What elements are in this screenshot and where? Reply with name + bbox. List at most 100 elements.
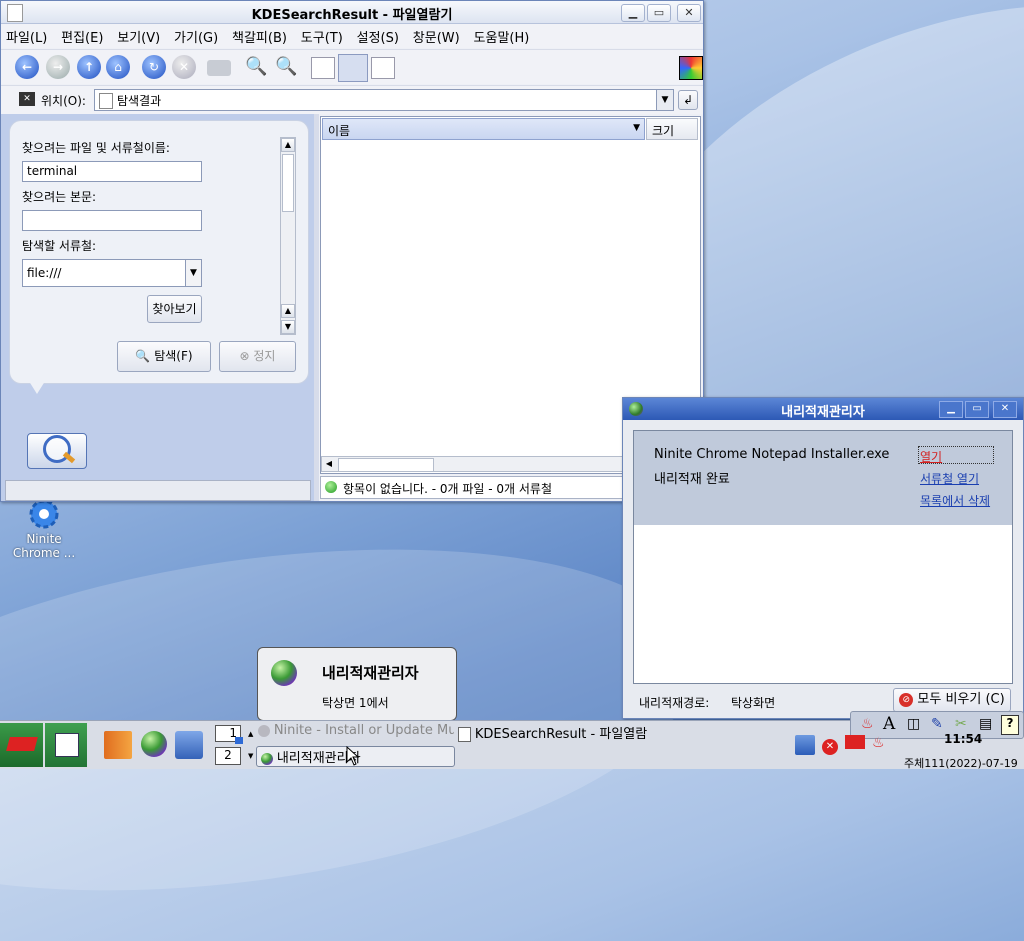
folder-combo[interactable]: file:/// ▼ [22,259,202,287]
scroll-thumb[interactable] [338,458,434,472]
desktop-pencil-icon [55,733,79,757]
maximize-button[interactable]: ▭ [965,401,989,418]
remove-from-list-link[interactable]: 목록에서 삭제 [920,492,990,509]
clock-time[interactable]: 11:54 [944,732,982,746]
start-flag-icon [6,737,38,751]
splitter-handle[interactable] [314,114,319,501]
location-value: 탐색결과 [117,94,162,108]
content-label: 찾으려는 본문: [22,190,97,204]
menu-bar: 파일(L) 편집(E) 보기(V) 가기(G) 책갈피(B) 도구(T) 설정(… [1,24,703,48]
fire-icon[interactable]: ♨ [861,716,874,732]
content-input[interactable] [22,210,202,231]
close-button[interactable]: ✕ [993,401,1017,418]
menu-window[interactable]: 창문(W) [408,24,465,46]
close-button[interactable]: ✕ [677,4,701,22]
panel-icon[interactable]: ◫ [907,716,920,732]
network-error-icon[interactable]: ✕ [822,739,838,755]
panel-scrollbar[interactable]: ▲ ▲ ▼ [280,137,296,335]
minimize-button[interactable]: ▁ [939,401,963,418]
scroll-thumb[interactable] [282,154,294,212]
scroll-up-arrow[interactable]: ▲ [281,304,295,318]
scroll-up-arrow[interactable]: ▲ [281,138,295,152]
font-icon[interactable]: A [883,714,895,734]
notification-popup[interactable]: 내리적재관리자 탁상면 1에서 [257,647,457,721]
maximize-button[interactable]: ▭ [647,4,671,22]
menu-edit[interactable]: 편집(E) [56,24,108,46]
window-title: 내리적재관리자 [781,405,865,420]
scroll-left-arrow[interactable]: ◀ [322,457,336,471]
app-launcher-books-icon[interactable] [104,731,132,759]
task-scroll-arrows[interactable]: ▲ ▼ [248,723,256,767]
up-icon[interactable]: ↑ [77,55,101,79]
clock-date[interactable]: 주체111(2022)-07-19 [904,755,1018,771]
file-manager-window: KDESearchResult - 파일열람기 ▁ ▭ ✕ 파일(L) 편집(E… [0,0,704,502]
book-search-icon [27,427,87,471]
thumbnail-view-icon[interactable] [371,57,395,79]
stop-button[interactable]: ⊗ 정지 [219,341,296,372]
path-value: 탁상화면 [731,696,776,710]
notification-title: 내리적재관리자 [322,664,419,682]
tools-icon[interactable]: ✂ [955,716,967,732]
column-header-name[interactable]: 이름 ▼ [322,118,645,140]
download-item[interactable]: Ninite Chrome Notepad Installer.exe 내리적재… [634,431,1012,525]
go-button[interactable]: ↲ [678,90,698,110]
flag-icon[interactable] [845,735,865,749]
menu-go[interactable]: 가기(G) [169,24,223,46]
help-icon[interactable]: ? [1001,715,1019,735]
reload-icon[interactable]: ↻ [142,55,166,79]
minimize-button[interactable]: ▁ [621,4,645,22]
clear-location-icon[interactable]: ✕ [19,92,35,106]
task-ninite[interactable]: Ninite - Install or Update Mu [258,723,454,744]
zoom-in-icon[interactable]: 🔍 [245,56,267,77]
scroll-down-arrow[interactable]: ▼ [281,320,295,334]
app-launcher-tools-icon[interactable] [175,731,203,759]
title-bar[interactable]: KDESearchResult - 파일열람기 ▁ ▭ ✕ [1,1,703,24]
name-input[interactable]: terminal [22,161,202,182]
app-launcher-globe-icon[interactable] [141,731,167,757]
task-label: KDESearchResult - 파일열람 [474,727,648,742]
search-button-label: 탐색(F) [154,349,193,363]
menu-help[interactable]: 도움말(H) [469,24,535,46]
open-link[interactable]: 열기 [920,448,942,465]
alert-icon[interactable]: ♨ [872,735,885,751]
folder-label: 탐색할 서류철: [22,239,97,253]
zoom-out-icon[interactable]: 🔍 [275,56,297,77]
globe-icon [271,660,297,686]
chevron-down-icon[interactable]: ▼ [656,90,673,110]
column-header-size[interactable]: 크기 [646,118,698,140]
desktop-icon-ninite[interactable]: Ninite Chrome ... [4,496,84,560]
home-icon[interactable]: ⌂ [106,55,130,79]
menu-view[interactable]: 보기(V) [112,24,165,46]
detail-view-icon[interactable] [338,54,368,82]
search-icon: 🔍 [135,349,151,363]
clipboard-icon[interactable]: ▤ [979,716,992,732]
icon-view-icon[interactable] [311,57,335,79]
menu-bookmarks[interactable]: 책갈피(B) [227,24,292,46]
document-icon [99,93,113,109]
menu-file[interactable]: 파일(L) [1,24,52,46]
show-desktop-button[interactable] [45,723,87,767]
menu-tools[interactable]: 도구(T) [296,24,348,46]
bubble-tail [27,378,47,394]
start-menu-button[interactable] [0,723,43,767]
mouse-cursor-icon [346,746,360,766]
stop-icon[interactable]: ✕ [172,55,196,79]
desktop-2-button[interactable]: 2 [215,747,241,765]
task-file-manager[interactable]: KDESearchResult - 파일열람 [458,723,654,744]
menu-settings[interactable]: 설정(S) [352,24,404,46]
chevron-down-icon[interactable]: ▼ [185,260,201,286]
print-icon[interactable] [207,60,231,76]
sort-chevron-icon: ▼ [633,123,640,133]
search-button[interactable]: 🔍 탐색(F) [117,341,211,372]
forward-icon[interactable]: → [46,55,70,79]
clear-all-button[interactable]: ⊘ 모두 비우기 (C) [893,688,1011,712]
open-folder-link[interactable]: 서류철 열기 [920,470,979,487]
edit-icon[interactable]: ✎ [931,716,943,732]
title-bar[interactable]: 내리적재관리자 ▁ ▭ ✕ [623,398,1023,420]
location-input[interactable]: 탐색결과 ▼ [94,89,674,111]
browse-button[interactable]: 찾아보기 [147,295,202,323]
location-bar: ✕ 위치(O): 탐색결과 ▼ ↲ [1,85,703,114]
back-icon[interactable]: ← [15,55,39,79]
network-icon[interactable] [795,735,815,755]
download-status: 내리적재 완료 [654,472,730,487]
